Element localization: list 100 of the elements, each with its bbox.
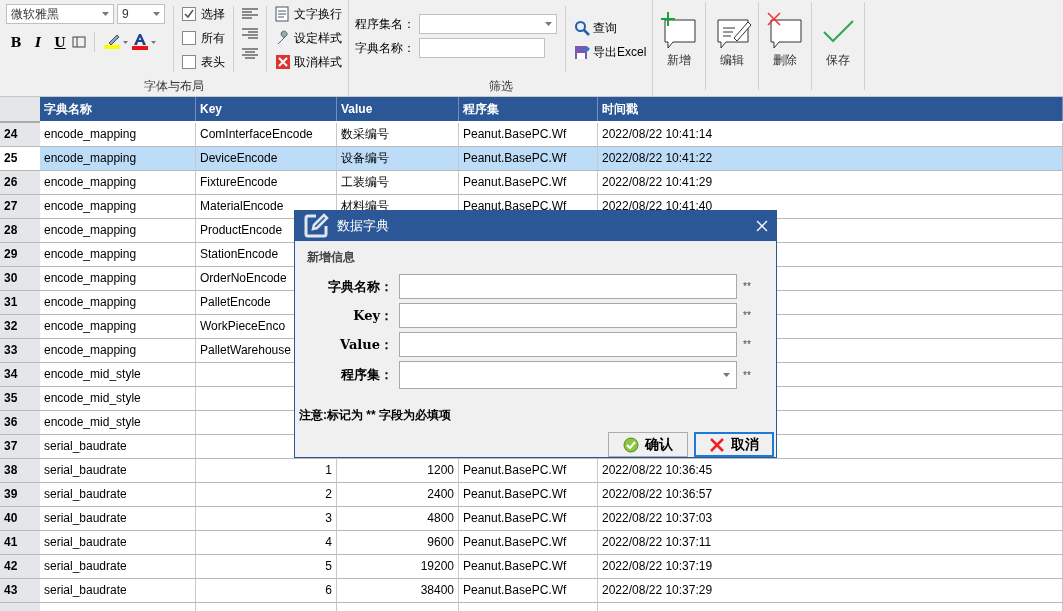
field-label: 程序集名： (355, 15, 415, 33)
format-button[interactable]: I (28, 32, 48, 52)
table-cell: encode_mid_style (40, 363, 196, 387)
font-name-dropdown[interactable]: 微软雅黑 (6, 4, 114, 24)
dropdown-field[interactable] (419, 14, 557, 34)
dropdown-field[interactable] (399, 361, 737, 389)
document-icon (275, 6, 291, 22)
table-cell: 1200 (337, 459, 459, 483)
ribbon-button[interactable]: 设定样式 (275, 28, 342, 48)
highlight-icon[interactable] (103, 33, 129, 51)
edit-icon (303, 213, 329, 239)
input-field[interactable] (399, 274, 737, 299)
checkmark-icon (184, 9, 194, 19)
table-cell: serial_baudrate (40, 435, 196, 459)
row-number[interactable]: 34 (0, 363, 40, 387)
table-cell: 工装编号 (337, 171, 459, 195)
row-number[interactable]: 38 (0, 459, 40, 483)
table-cell: FixtureEncode (196, 171, 337, 195)
table-cell: 5 (196, 555, 337, 579)
row-number[interactable]: 42 (0, 555, 40, 579)
table-cell: 2022/08/22 10:41:29 (598, 171, 1063, 195)
row-number[interactable]: 43 (0, 579, 40, 603)
input-field[interactable] (419, 38, 545, 58)
caret-icon (153, 12, 160, 16)
table-cell: 2022/08/22 10:37:29 (598, 579, 1063, 603)
align-center-icon[interactable] (242, 48, 258, 60)
ribbon-button[interactable]: 查询 (574, 18, 647, 38)
ribbon-button[interactable]: 取消样式 (275, 52, 342, 72)
table-cell: 3 (196, 507, 337, 531)
column-header: 程序集 (459, 97, 598, 121)
column-header: 时间戳 (598, 97, 1063, 121)
table-cell: 数采编号 (337, 123, 459, 147)
checkbox[interactable]: 所有 (182, 28, 225, 48)
row-number[interactable]: 26 (0, 171, 40, 195)
row-number[interactable]: 29 (0, 243, 40, 267)
row-number[interactable]: 35 (0, 387, 40, 411)
row-number[interactable]: 28 (0, 219, 40, 243)
caret-icon (723, 373, 730, 377)
row-number[interactable]: 31 (0, 291, 40, 315)
group-title: 筛选 (487, 78, 514, 95)
field-label: 程序集： (340, 366, 393, 384)
table-cell: 2022/08/22 10:37:11 (598, 531, 1063, 555)
search-icon (574, 20, 590, 36)
input-field[interactable] (399, 332, 737, 357)
font-size-dropdown[interactable]: 9 (117, 4, 165, 24)
field-label: 字典名称： (355, 39, 415, 57)
font-color-icon[interactable] (131, 33, 157, 51)
input-field[interactable] (399, 303, 737, 328)
row-number[interactable]: 24 (0, 123, 40, 147)
border-icon[interactable] (72, 36, 86, 48)
checkbox[interactable]: 表头 (182, 52, 225, 72)
table-cell: 2022/08/22 10:36:45 (598, 459, 1063, 483)
row-number[interactable]: 30 (0, 267, 40, 291)
ribbon-button[interactable]: 保存 (812, 0, 865, 96)
table-cell: encode_mid_style (40, 411, 196, 435)
align-left-icon[interactable] (242, 8, 258, 20)
table-cell: 2022/08/22 10:37:19 (598, 555, 1063, 579)
checkbox[interactable]: 选择 (182, 4, 225, 24)
row-number[interactable]: 33 (0, 339, 40, 363)
column-header: Key (196, 97, 337, 121)
x-icon (275, 54, 291, 70)
table-cell: serial_baudrate (40, 555, 196, 579)
table-cell: Peanut.BasePC.Wf (459, 147, 598, 171)
row-number[interactable]: 40 (0, 507, 40, 531)
table-cell: 1 (196, 459, 337, 483)
table-cell: encode_mapping (40, 291, 196, 315)
table-cell: 2022/08/22 10:36:57 (598, 483, 1063, 507)
align-right-icon[interactable] (242, 28, 258, 40)
column-header: 字典名称 (40, 97, 196, 121)
confirm-button[interactable]: 确认 (608, 432, 688, 457)
ribbon-button[interactable]: 新增 (653, 0, 706, 96)
row-number[interactable]: 41 (0, 531, 40, 555)
wrench-icon (275, 30, 291, 46)
table-cell: serial_baudrate (40, 507, 196, 531)
ribbon-button[interactable]: 删除 (759, 0, 812, 96)
cancel-button[interactable]: 取消 (694, 432, 774, 457)
table-cell: encode_mid_style (40, 387, 196, 411)
format-button[interactable]: U (50, 32, 70, 52)
ribbon-button[interactable]: 编辑 (706, 0, 759, 96)
row-number[interactable]: 27 (0, 195, 40, 219)
caret-icon (102, 12, 109, 16)
row-number[interactable]: 36 (0, 411, 40, 435)
table-cell: 设备编号 (337, 147, 459, 171)
field-label: Value： (339, 335, 393, 354)
table-cell: encode_mapping (40, 195, 196, 219)
row-number[interactable]: 39 (0, 483, 40, 507)
close-icon[interactable] (756, 220, 768, 232)
ribbon-button[interactable]: 文字换行 (275, 4, 342, 24)
required-mark: ** (743, 339, 751, 350)
required-mark: ** (743, 281, 751, 292)
ribbon-button[interactable]: 导出Excel (574, 42, 647, 62)
format-button[interactable]: B (6, 32, 26, 52)
table-cell: 2400 (337, 483, 459, 507)
table-cell: 2022/08/22 10:41:22 (598, 147, 1063, 171)
close-icon (709, 436, 725, 453)
table-cell: Peanut.BasePC.Wf (459, 459, 598, 483)
row-number[interactable]: 37 (0, 435, 40, 459)
caret-icon (545, 22, 552, 26)
row-number[interactable]: 32 (0, 315, 40, 339)
table-cell: Peanut.BasePC.Wf (459, 123, 598, 147)
